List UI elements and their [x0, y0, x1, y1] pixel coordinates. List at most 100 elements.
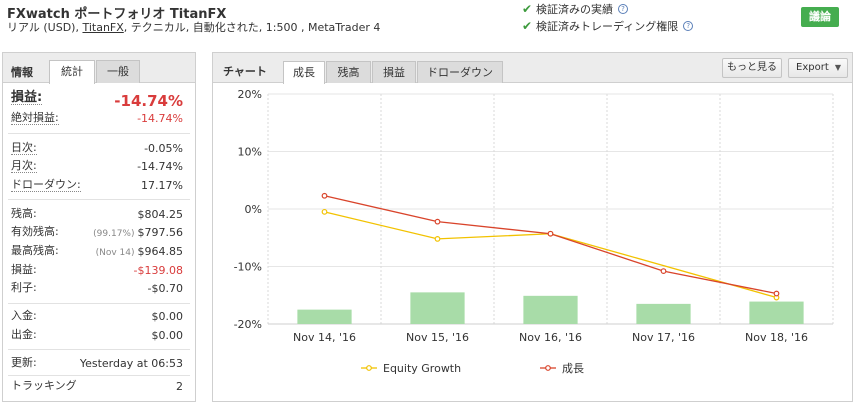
data-point: [321, 208, 328, 215]
x-tick-label: Nov 16, '16: [519, 331, 582, 344]
updated-label: 更新:: [11, 356, 37, 369]
stat-daily: 日次: -0.05%: [11, 142, 183, 156]
tab-drawdown[interactable]: ドローダウン: [417, 61, 503, 83]
info-panel-header: 情報 統計 一般: [3, 53, 195, 84]
data-point: [547, 230, 554, 237]
stat-withdrawals: 出金: $0.00: [11, 329, 183, 343]
stat-equity: 有効残高: (99.17%) $797.56: [11, 226, 183, 240]
discuss-button[interactable]: 議論: [801, 7, 839, 27]
bar: [297, 309, 352, 324]
stat-deposits: 入金: $0.00: [11, 310, 183, 324]
abs-gain-label: 絶対損益:: [11, 111, 59, 125]
legend-label: Equity Growth: [383, 362, 461, 375]
legend-marker: [366, 365, 372, 371]
tab-general[interactable]: 一般: [96, 60, 140, 83]
legend-label: 成長: [562, 362, 584, 375]
highest-note: (Nov 14): [95, 248, 135, 258]
chart-panel-header: チャート 成長 残高 損益 ドローダウン もっと見る Export ▼: [213, 53, 852, 84]
verified-trading-label: 検証済みトレーディング権限: [536, 20, 679, 33]
drawdown-value: 17.17%: [141, 179, 183, 192]
y-tick-label: -10%: [234, 261, 262, 274]
y-axis-ticks: 20% 10% 0% -10% -20%: [234, 88, 262, 331]
y-tick-label: 10%: [238, 146, 262, 159]
equity-label: 有効残高:: [11, 225, 59, 238]
y-tick-label: -20%: [234, 318, 262, 331]
divider: [8, 133, 190, 134]
deposits-label: 入金:: [11, 309, 37, 322]
divider: [8, 199, 190, 200]
stat-balance: 残高: $804.25: [11, 208, 183, 222]
y-tick-label: 20%: [238, 88, 262, 101]
x-tick-label: Nov 18, '16: [745, 331, 808, 344]
stat-tracking: トラッキング 2: [11, 380, 183, 394]
export-button[interactable]: Export ▼: [788, 58, 848, 78]
tracking-label: トラッキング: [11, 379, 77, 392]
check-icon: ✔: [522, 19, 533, 33]
bar-series: [297, 292, 804, 324]
daily-label: 日次:: [11, 141, 37, 155]
show-more-button[interactable]: もっと見る: [722, 58, 782, 78]
verified-trading-privileges: ✔ 検証済みトレーディング権限 ?: [522, 18, 694, 34]
tab-stats[interactable]: 統計: [49, 60, 95, 84]
stat-abs-gain: 絶対損益: -14.74%: [11, 112, 183, 126]
profit-label: 損益:: [11, 263, 37, 276]
daily-value: -0.05%: [144, 142, 183, 155]
bar: [523, 295, 578, 324]
highest-value: $964.85: [137, 245, 184, 258]
chart-legend[interactable]: Equity Growth 成長: [361, 362, 584, 375]
data-point: [434, 235, 441, 242]
data-point: [660, 268, 667, 275]
highest-label: 最高残高:: [11, 244, 59, 257]
broker-link[interactable]: TitanFX: [82, 21, 123, 34]
stat-gain: 損益: -14.74%: [11, 90, 183, 110]
info-panel: 情報 統計 一般 損益: -14.74% 絶対損益: -14.74% 日次: -…: [2, 52, 196, 402]
verified-track-record: ✔ 検証済みの実績 ?: [522, 1, 628, 17]
tab-balance[interactable]: 残高: [326, 61, 371, 83]
tab-profit[interactable]: 損益: [372, 61, 416, 83]
interest-label: 利子:: [11, 281, 37, 294]
y-tick-label: 0%: [245, 203, 262, 216]
subtitle-suffix: , テクニカル, 自動化された, 1:500 , MetaTrader 4: [123, 21, 381, 34]
data-point: [321, 192, 328, 199]
interest-value: -$0.70: [147, 282, 183, 295]
stat-drawdown: ドローダウン: 17.17%: [11, 179, 183, 193]
monthly-label: 月次:: [11, 159, 37, 173]
gain-value: -14.74%: [114, 92, 183, 110]
data-point: [434, 218, 441, 225]
chevron-down-icon: ▼: [834, 63, 841, 72]
divider: [8, 349, 190, 350]
highest-value-wrap: (Nov 14) $964.85: [96, 245, 183, 260]
subtitle-prefix: リアル (USD),: [7, 21, 83, 34]
equity-value-wrap: (99.17%) $797.56: [93, 226, 183, 241]
withdrawals-value: $0.00: [151, 329, 184, 342]
help-icon[interactable]: ?: [683, 21, 694, 31]
equity-note: (99.17%): [93, 229, 135, 239]
stat-interest: 利子: -$0.70: [11, 282, 183, 296]
legend-marker: [545, 365, 551, 371]
export-label: Export: [796, 62, 829, 73]
abs-gain-value: -14.74%: [137, 112, 183, 125]
growth-chart: 20%10%0%-10%-20% Nov 14, '16 Nov 15, '16 N…: [234, 88, 834, 375]
monthly-value: -14.74%: [137, 160, 183, 173]
stat-updated: 更新: Yesterday at 06:53: [11, 357, 183, 371]
data-point: [773, 290, 780, 297]
verified-track-label: 検証済みの実績: [536, 3, 613, 16]
bar: [410, 292, 465, 324]
series-line: [324, 211, 777, 299]
divider: [8, 303, 190, 304]
chart-heading: チャート: [223, 65, 267, 78]
chart-panel: チャート 成長 残高 損益 ドローダウン もっと見る Export ▼ 20% 1…: [212, 52, 853, 402]
divider: [8, 375, 190, 376]
drawdown-label: ドローダウン:: [11, 178, 81, 192]
profit-value: -$139.08: [133, 264, 183, 277]
gain-label: 損益:: [11, 90, 43, 105]
updated-value: Yesterday at 06:53: [79, 357, 183, 370]
tracking-value: 2: [176, 380, 183, 393]
help-icon[interactable]: ?: [618, 4, 628, 14]
deposits-value: $0.00: [151, 310, 184, 323]
x-tick-label: Nov 15, '16: [406, 331, 469, 344]
x-tick-label: Nov 17, '16: [632, 331, 695, 344]
tab-growth[interactable]: 成長: [283, 61, 325, 84]
withdrawals-label: 出金:: [11, 328, 37, 341]
stat-highest: 最高残高: (Nov 14) $964.85: [11, 245, 183, 259]
